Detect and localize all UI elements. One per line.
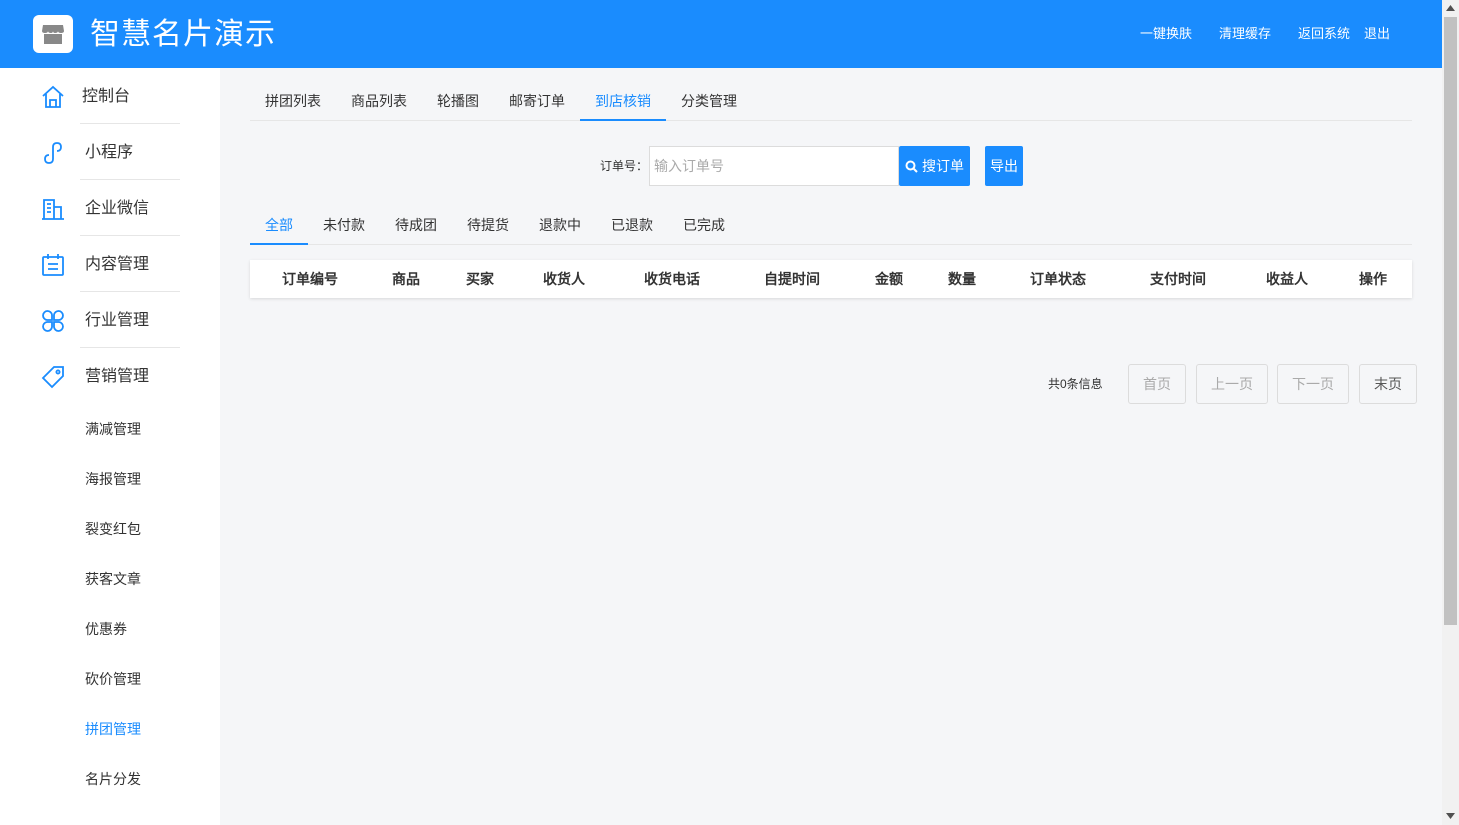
column-header[interactable]: 支付时间 — [1134, 260, 1222, 298]
prev-page-button[interactable]: 上一页 — [1196, 364, 1268, 404]
app-logo[interactable] — [33, 15, 73, 53]
scroll-down-button[interactable] — [1442, 808, 1459, 825]
arrow-down-icon — [1446, 813, 1455, 819]
status-tabs: 全部 未付款 待成团 待提货 退款中 已退款 已完成 — [250, 214, 1412, 245]
column-header[interactable]: 收货人 — [524, 260, 604, 298]
sidebar-item-marketing[interactable]: 营销管理 — [0, 348, 220, 404]
last-page-button[interactable]: 末页 — [1359, 364, 1417, 404]
orders-table-header: 订单编号 商品 买家 收货人 收货电话 自提时间 金额 数量 订单状态 支付时间… — [250, 260, 1412, 298]
column-header[interactable]: 自提时间 — [748, 260, 836, 298]
sidebar-item-industry[interactable]: 行业管理 — [0, 292, 220, 348]
sidebar-item-label: 小程序 — [85, 144, 134, 161]
column-header[interactable]: 金额 — [859, 260, 919, 298]
theme-switch-link[interactable]: 一键换肤 — [1140, 24, 1192, 44]
order-number-input[interactable] — [649, 146, 899, 186]
sidebar-item-label: 行业管理 — [85, 312, 150, 329]
sub-item-bargain[interactable]: 砍价管理 — [85, 669, 141, 689]
sub-item-discount[interactable]: 满减管理 — [85, 419, 141, 439]
status-tab-refunding[interactable]: 退款中 — [524, 214, 596, 244]
top-tabs: 拼团列表 商品列表 轮播图 邮寄订单 到店核销 分类管理 — [250, 90, 1412, 121]
sidebar-item-enterprise-wechat[interactable]: 企业微信 — [0, 180, 220, 236]
calendar-icon — [42, 254, 64, 276]
search-order-label: 搜订单 — [922, 158, 964, 174]
tab-carousel[interactable]: 轮播图 — [422, 90, 494, 121]
search-order-button[interactable]: 搜订单 — [899, 146, 970, 186]
sidebar-item-label: 控制台 — [82, 88, 131, 105]
tab-store-verify[interactable]: 到店核销 — [580, 90, 666, 121]
status-tab-unpaid[interactable]: 未付款 — [308, 214, 380, 244]
column-header[interactable]: 数量 — [932, 260, 992, 298]
next-page-button[interactable]: 下一页 — [1277, 364, 1349, 404]
building-icon — [42, 199, 64, 220]
clear-cache-link[interactable]: 清理缓存 — [1219, 24, 1271, 44]
tab-mail-orders[interactable]: 邮寄订单 — [494, 90, 580, 121]
tab-category[interactable]: 分类管理 — [666, 90, 752, 121]
pagination: 共0条信息 首页 上一页 下一页 末页 — [250, 364, 1417, 404]
sub-item-group-buy[interactable]: 拼团管理 — [85, 719, 141, 739]
sidebar-item-miniprogram[interactable]: 小程序 — [0, 124, 220, 180]
total-count: 共0条信息 — [1048, 377, 1103, 391]
back-to-system-link[interactable]: 返回系统 — [1298, 24, 1350, 44]
logout-link[interactable]: 退出 — [1364, 24, 1390, 44]
store-icon — [42, 25, 64, 44]
column-header[interactable]: 收益人 — [1254, 260, 1320, 298]
scroll-thumb[interactable] — [1444, 17, 1457, 625]
order-number-label: 订单号： — [600, 159, 649, 173]
sub-item-card-distribution[interactable]: 名片分发 — [85, 769, 141, 789]
page-scrollbar[interactable] — [1442, 0, 1459, 825]
status-tab-all[interactable]: 全部 — [250, 214, 308, 245]
column-header[interactable]: 订单编号 — [270, 260, 350, 298]
scroll-up-button[interactable] — [1442, 0, 1459, 17]
sidebar-item-label: 内容管理 — [85, 256, 150, 273]
link-icon — [44, 142, 62, 164]
sidebar-item-label: 企业微信 — [85, 200, 150, 217]
column-header[interactable]: 买家 — [450, 260, 510, 298]
search-icon — [905, 160, 918, 173]
status-tab-completed[interactable]: 已完成 — [668, 214, 740, 244]
status-tab-pending-group[interactable]: 待成团 — [380, 214, 452, 244]
header-links: 一键换肤 清理缓存 返回系统 退出 — [1140, 24, 1390, 44]
sidebar: 控制台 小程序 企业微信 内容管理 行业管理 营销管理 满减管理 海报管理 裂变… — [0, 68, 220, 825]
sidebar-item-label: 营销管理 — [85, 368, 150, 385]
sub-item-red-packet[interactable]: 裂变红包 — [85, 519, 141, 539]
home-icon — [42, 85, 64, 108]
tag-icon — [41, 366, 64, 389]
top-header: 智慧名片演示 一键换肤 清理缓存 返回系统 退出 — [0, 0, 1442, 68]
status-tab-refunded[interactable]: 已退款 — [596, 214, 668, 244]
arrow-up-icon — [1446, 5, 1455, 11]
sub-item-coupon[interactable]: 优惠券 — [85, 619, 127, 639]
export-button[interactable]: 导出 — [985, 146, 1023, 186]
app-title: 智慧名片演示 — [90, 18, 276, 51]
column-header[interactable]: 订单状态 — [1014, 260, 1102, 298]
sidebar-item-content[interactable]: 内容管理 — [0, 236, 220, 292]
column-header[interactable]: 收货电话 — [628, 260, 716, 298]
tab-product-list[interactable]: 商品列表 — [336, 90, 422, 121]
sub-item-poster[interactable]: 海报管理 — [85, 469, 141, 489]
column-header[interactable]: 商品 — [376, 260, 436, 298]
grid-clover-icon — [42, 310, 64, 332]
search-row: 订单号： 搜订单 导出 — [250, 146, 1412, 186]
sub-item-article[interactable]: 获客文章 — [85, 569, 141, 589]
column-header[interactable]: 操作 — [1343, 260, 1403, 298]
status-tab-pending-pickup[interactable]: 待提货 — [452, 214, 524, 244]
tab-group-list[interactable]: 拼团列表 — [250, 90, 336, 121]
first-page-button[interactable]: 首页 — [1128, 364, 1186, 404]
sidebar-item-console[interactable]: 控制台 — [0, 68, 220, 124]
